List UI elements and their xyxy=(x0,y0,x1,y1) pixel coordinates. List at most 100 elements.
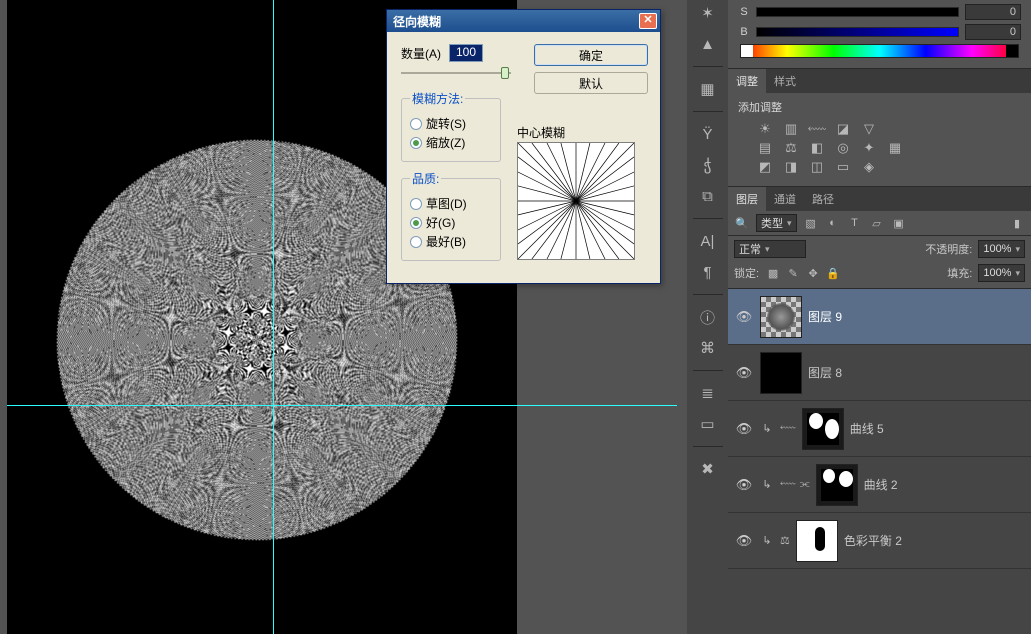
layer-name[interactable]: 曲线 5 xyxy=(850,420,884,437)
layer-item[interactable]: 👁 ↳ ⬳⫘ 曲线 2 xyxy=(728,457,1031,513)
properties-panel-icon[interactable]: ▭ xyxy=(693,413,723,435)
tab-paths[interactable]: 路径 xyxy=(804,187,842,211)
layers-shortcut-icon[interactable]: ⧉ xyxy=(693,185,723,207)
levels-icon[interactable]: ▥ xyxy=(782,121,800,137)
threshold-icon[interactable]: ◫ xyxy=(808,159,826,175)
brushes-panel-icon[interactable]: Ÿ xyxy=(693,123,723,145)
blend-mode-dropdown[interactable]: 正常▾ xyxy=(734,240,806,258)
brightness-icon[interactable]: ☀ xyxy=(756,121,774,137)
blur-method-group: 模糊方法: 旋转(S) 缩放(Z) xyxy=(401,90,501,162)
color-balance-adj-icon[interactable]: ⚖ xyxy=(780,534,790,547)
tab-channels[interactable]: 通道 xyxy=(766,187,804,211)
close-icon[interactable]: ✕ xyxy=(639,13,657,29)
tools-panel-icon[interactable]: ✖ xyxy=(693,458,723,480)
invert-icon[interactable]: ◩ xyxy=(756,159,774,175)
opacity-input[interactable]: 100%▾ xyxy=(978,240,1025,258)
slider-thumb[interactable] xyxy=(501,67,509,79)
tab-adjustments[interactable]: 调整 xyxy=(728,69,766,93)
radial-blur-dialog: 径向模糊 ✕ 确定 默认 数量(A) 100 模糊方法: 旋转(S) 缩放(Z)… xyxy=(386,9,661,284)
layer-item[interactable]: 👁 图层 9 xyxy=(728,289,1031,345)
fill-label: 填充: xyxy=(947,265,972,281)
radio-good[interactable]: 好(G) xyxy=(410,214,492,231)
b-label: B xyxy=(738,26,750,38)
lookup-icon[interactable]: ▦ xyxy=(886,140,904,156)
filter-adjust-icon[interactable]: ◐ xyxy=(825,215,841,231)
gradient-map-icon[interactable]: ▭ xyxy=(834,159,852,175)
visibility-icon[interactable]: 👁 xyxy=(734,365,754,381)
radio-zoom[interactable]: 缩放(Z) xyxy=(410,134,492,151)
layer-name[interactable]: 曲线 2 xyxy=(864,476,898,493)
b-value[interactable]: 0 xyxy=(965,24,1021,40)
blur-center-preview[interactable] xyxy=(517,142,635,260)
filter-shape-icon[interactable]: ▱ xyxy=(869,215,885,231)
color-balance-icon[interactable]: ⚖ xyxy=(782,140,800,156)
brush-presets-panel-icon[interactable]: ჭ xyxy=(693,154,723,176)
layer-mask-thumb[interactable] xyxy=(816,464,858,506)
filter-toggle-icon[interactable]: ▮ xyxy=(1009,215,1025,231)
amount-slider[interactable] xyxy=(401,66,511,80)
paragraph-panel-icon[interactable]: ¶ xyxy=(693,261,723,283)
actions-panel-icon[interactable]: ≣ xyxy=(693,382,723,404)
photo-filter-icon[interactable]: ◎ xyxy=(834,140,852,156)
visibility-icon[interactable]: 👁 xyxy=(734,477,754,493)
amount-label: 数量(A) xyxy=(401,45,441,62)
lock-position-icon[interactable]: ✥ xyxy=(805,265,821,281)
curves-adj-icon[interactable]: ⬳ xyxy=(780,422,796,435)
visibility-icon[interactable]: 👁 xyxy=(734,533,754,549)
vibrance-icon[interactable]: ▽ xyxy=(860,121,878,137)
layer-name[interactable]: 图层 9 xyxy=(808,308,842,325)
dialog-titlebar[interactable]: 径向模糊 ✕ xyxy=(387,10,660,32)
lock-pixels-icon[interactable]: ✎ xyxy=(785,265,801,281)
selective-color-icon[interactable]: ◈ xyxy=(860,159,878,175)
s-slider[interactable] xyxy=(756,7,959,17)
lock-transparency-icon[interactable]: ▩ xyxy=(765,265,781,281)
search-icon[interactable]: 🔍 xyxy=(734,215,750,231)
visibility-icon[interactable]: 👁 xyxy=(734,309,754,325)
layer-item[interactable]: 👁 图层 8 xyxy=(728,345,1031,401)
b-slider[interactable] xyxy=(756,27,959,37)
layer-name[interactable]: 色彩平衡 2 xyxy=(844,532,902,549)
layer-thumb[interactable] xyxy=(760,352,802,394)
histogram-panel-icon[interactable]: ✶ xyxy=(693,2,723,24)
hue-sat-icon[interactable]: ▤ xyxy=(756,140,774,156)
channel-mixer-icon[interactable]: ✦ xyxy=(860,140,878,156)
filter-type-icon[interactable]: T xyxy=(847,215,863,231)
posterize-icon[interactable]: ◨ xyxy=(782,159,800,175)
ok-button[interactable]: 确定 xyxy=(534,44,648,66)
clone-panel-icon[interactable]: ⌘ xyxy=(693,337,723,359)
link-icon[interactable]: ⫘ xyxy=(800,478,810,491)
s-value[interactable]: 0 xyxy=(965,4,1021,20)
exposure-icon[interactable]: ◪ xyxy=(834,121,852,137)
radio-draft[interactable]: 草图(D) xyxy=(410,195,492,212)
lock-all-icon[interactable]: 🔒 xyxy=(825,265,841,281)
visibility-icon[interactable]: 👁 xyxy=(734,421,754,437)
filter-pixel-icon[interactable]: ▧ xyxy=(803,215,819,231)
swatches-panel-icon[interactable]: ▦ xyxy=(693,78,723,100)
filter-type-dropdown[interactable]: 类型▾ xyxy=(756,214,797,232)
quality-group: 品质: 草图(D) 好(G) 最好(B) xyxy=(401,170,501,261)
fill-input[interactable]: 100%▾ xyxy=(978,264,1025,282)
color-spectrum[interactable] xyxy=(740,44,1019,58)
preview-label: 中心模糊 xyxy=(517,124,565,141)
bw-icon[interactable]: ◧ xyxy=(808,140,826,156)
curves-icon[interactable]: ⬳ xyxy=(808,121,826,137)
info-panel-icon[interactable]: ⓘ xyxy=(693,306,723,328)
cancel-button[interactable]: 默认 xyxy=(534,72,648,94)
layer-thumb[interactable] xyxy=(760,296,802,338)
character-panel-icon[interactable]: A| xyxy=(693,230,723,252)
layer-name[interactable]: 图层 8 xyxy=(808,364,842,381)
amount-input[interactable]: 100 xyxy=(449,44,483,62)
layer-mask-thumb[interactable] xyxy=(802,408,844,450)
navigator-panel-icon[interactable]: ▲ xyxy=(693,33,723,55)
curves-adj-icon[interactable]: ⬳ xyxy=(780,478,796,491)
tab-layers[interactable]: 图层 xyxy=(728,187,766,211)
layer-item[interactable]: 👁 ↳ ⬳ 曲线 5 xyxy=(728,401,1031,457)
tab-styles[interactable]: 样式 xyxy=(766,69,804,93)
filter-smart-icon[interactable]: ▣ xyxy=(891,215,907,231)
radio-spin[interactable]: 旋转(S) xyxy=(410,115,492,132)
layer-mask-thumb[interactable] xyxy=(796,520,838,562)
radio-best[interactable]: 最好(B) xyxy=(410,233,492,250)
guide-vertical[interactable] xyxy=(273,0,274,634)
guide-horizontal[interactable] xyxy=(7,405,677,406)
layer-item[interactable]: 👁 ↳ ⚖ 色彩平衡 2 xyxy=(728,513,1031,569)
